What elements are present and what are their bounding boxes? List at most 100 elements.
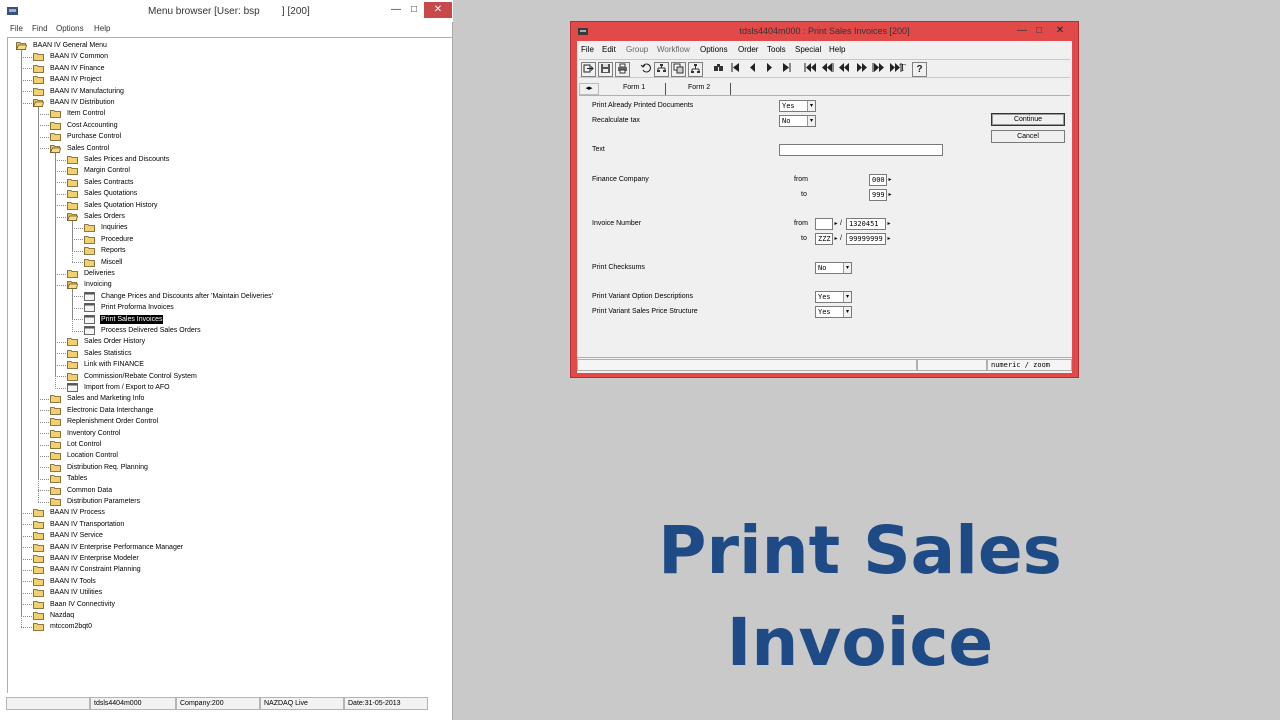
zoom-arrow-icon[interactable]: ▸ bbox=[887, 175, 893, 185]
menu-help[interactable]: Help bbox=[829, 45, 845, 54]
zoom-arrow-icon[interactable]: ▸ bbox=[886, 219, 892, 229]
menu-help[interactable]: Help bbox=[94, 24, 110, 33]
tree-guide-line bbox=[38, 455, 49, 457]
menu-find[interactable]: Find bbox=[32, 24, 48, 33]
folder-icon bbox=[67, 155, 78, 164]
continue-button[interactable]: Continue bbox=[991, 113, 1065, 126]
folder-icon bbox=[33, 508, 44, 518]
tree-guide-line bbox=[38, 467, 49, 469]
menu-browser-statusbar: tdsls4404m000 Company:200 NAZDAQ Live Da… bbox=[0, 697, 453, 711]
cancel-button[interactable]: Cancel bbox=[991, 130, 1065, 143]
baan-app-icon bbox=[7, 7, 18, 15]
zoom-arrow-icon[interactable]: ▸ bbox=[833, 234, 839, 244]
folder-icon bbox=[50, 486, 61, 495]
menu-group[interactable]: Group bbox=[626, 45, 648, 54]
menu-options[interactable]: Options bbox=[700, 45, 728, 54]
minimize-button[interactable]: — bbox=[386, 2, 406, 18]
tree-node-label: Deliveries bbox=[84, 270, 115, 277]
tree-guide-line bbox=[55, 193, 66, 195]
copy-icon[interactable] bbox=[671, 62, 686, 77]
print-variant-price-select[interactable]: Yes ▾ bbox=[815, 306, 852, 318]
session-close-button[interactable]: ✕ bbox=[1049, 23, 1071, 39]
tree-guide-line bbox=[38, 107, 39, 502]
tree-guide-line bbox=[72, 227, 83, 229]
tree-guide-line bbox=[38, 433, 49, 435]
invoice-number-to-input[interactable]: 99999999 bbox=[846, 233, 886, 245]
tree-guide-line bbox=[55, 376, 66, 378]
tree-guide-line bbox=[72, 307, 83, 309]
zoom-arrow-icon[interactable]: ▸ bbox=[887, 190, 893, 200]
tree-node-label: Commission/Rebate Control System bbox=[84, 372, 197, 380]
print-variant-option-select[interactable]: Yes ▾ bbox=[815, 291, 852, 303]
previous-record-icon[interactable] bbox=[745, 62, 760, 77]
tree-node-label: Location Control bbox=[67, 452, 118, 460]
tree-guide-line bbox=[21, 102, 32, 104]
undo-icon[interactable] bbox=[638, 62, 653, 77]
last-record-icon[interactable] bbox=[779, 62, 794, 77]
menu-options[interactable]: Options bbox=[56, 24, 84, 33]
tree-branch-icon[interactable] bbox=[688, 62, 703, 77]
recalculate-tax-select[interactable]: No ▾ bbox=[779, 115, 816, 127]
invoice-number-from-input[interactable]: 1320451 bbox=[846, 218, 886, 230]
folder-icon bbox=[50, 132, 61, 142]
invoice-series-from-input[interactable] bbox=[815, 218, 833, 230]
menu-edit[interactable]: Edit bbox=[602, 45, 616, 54]
session-toolbar: T ? bbox=[579, 59, 1070, 78]
maximize-button[interactable]: □ bbox=[406, 2, 422, 18]
close-button[interactable]: ✕ bbox=[424, 2, 452, 18]
tab-form-1[interactable]: Form 1 bbox=[623, 84, 645, 91]
next-page-icon[interactable] bbox=[871, 62, 886, 77]
tree-icon[interactable] bbox=[654, 62, 669, 77]
print-checksums-label: Print Checksums bbox=[592, 264, 645, 271]
menu-tools[interactable]: Tools bbox=[767, 45, 786, 54]
zoom-arrow-icon[interactable]: ▸ bbox=[886, 234, 892, 244]
finance-company-to-input[interactable]: 999 bbox=[869, 189, 887, 201]
tab-form-2[interactable]: Form 2 bbox=[688, 84, 710, 91]
tree-node-label: Inquiries bbox=[101, 224, 128, 232]
menu-order[interactable]: Order bbox=[738, 45, 758, 54]
zoom-arrow-icon[interactable]: ▸ bbox=[833, 219, 839, 229]
menu-workflow[interactable]: Workflow bbox=[657, 45, 690, 54]
tree-node-label: Sales Quotation History bbox=[84, 201, 158, 209]
finance-company-from-input[interactable]: 000 bbox=[869, 174, 887, 186]
menu-browser-menubar: File Find Options Help bbox=[0, 22, 453, 36]
first-page-icon[interactable] bbox=[803, 62, 818, 77]
previous-page-icon[interactable] bbox=[820, 62, 835, 77]
session-maximize-button[interactable]: □ bbox=[1031, 23, 1047, 39]
session-minimize-button[interactable]: — bbox=[1013, 23, 1031, 39]
previous-group-icon[interactable] bbox=[837, 62, 852, 77]
tree-guide-line bbox=[72, 289, 73, 331]
finance-company-label: Finance Company bbox=[592, 176, 649, 183]
text-icon[interactable]: T bbox=[895, 62, 910, 77]
tab-scroll-arrows[interactable]: ◂▸ bbox=[579, 83, 599, 95]
next-record-icon[interactable] bbox=[762, 62, 777, 77]
find-icon[interactable] bbox=[711, 62, 726, 77]
folder-icon bbox=[33, 611, 44, 620]
tree-guide-line bbox=[21, 547, 32, 549]
menu-file[interactable]: File bbox=[581, 45, 594, 54]
tree-guide-line bbox=[21, 626, 32, 628]
invoice-series-to-input[interactable]: ZZZ bbox=[815, 233, 833, 245]
first-record-icon[interactable] bbox=[728, 62, 743, 77]
session-icon bbox=[67, 383, 78, 392]
print-checksums-select[interactable]: No ▾ bbox=[815, 262, 852, 274]
tree-guide-line bbox=[55, 364, 66, 366]
text-input[interactable] bbox=[779, 144, 943, 156]
next-group-icon[interactable] bbox=[854, 62, 869, 77]
menu-file[interactable]: File bbox=[10, 24, 23, 33]
folder-icon bbox=[67, 178, 78, 187]
exit-icon[interactable] bbox=[581, 62, 596, 77]
menu-tree[interactable]: BAAN IV General Menu BAAN IV Common BAAN I… bbox=[7, 37, 453, 693]
folder-icon bbox=[67, 269, 78, 278]
context-help-icon[interactable]: ? bbox=[912, 62, 927, 77]
save-icon[interactable] bbox=[598, 62, 613, 77]
menu-browser-titlebar[interactable]: Menu browser [User: bsp ] [200] — □ ✕ bbox=[0, 0, 453, 22]
tree-node-label: BAAN IV Transportation bbox=[50, 520, 125, 528]
print-already-printed-select[interactable]: Yes ▾ bbox=[779, 100, 816, 112]
tree-node-label: Common Data bbox=[67, 486, 113, 494]
menu-special[interactable]: Special bbox=[795, 45, 821, 54]
tree-node-label: Purchase Control bbox=[67, 133, 122, 141]
tree-node-label: Process Delivered Sales Orders bbox=[101, 327, 201, 334]
folder-icon bbox=[33, 75, 44, 85]
print-icon[interactable] bbox=[615, 62, 630, 77]
